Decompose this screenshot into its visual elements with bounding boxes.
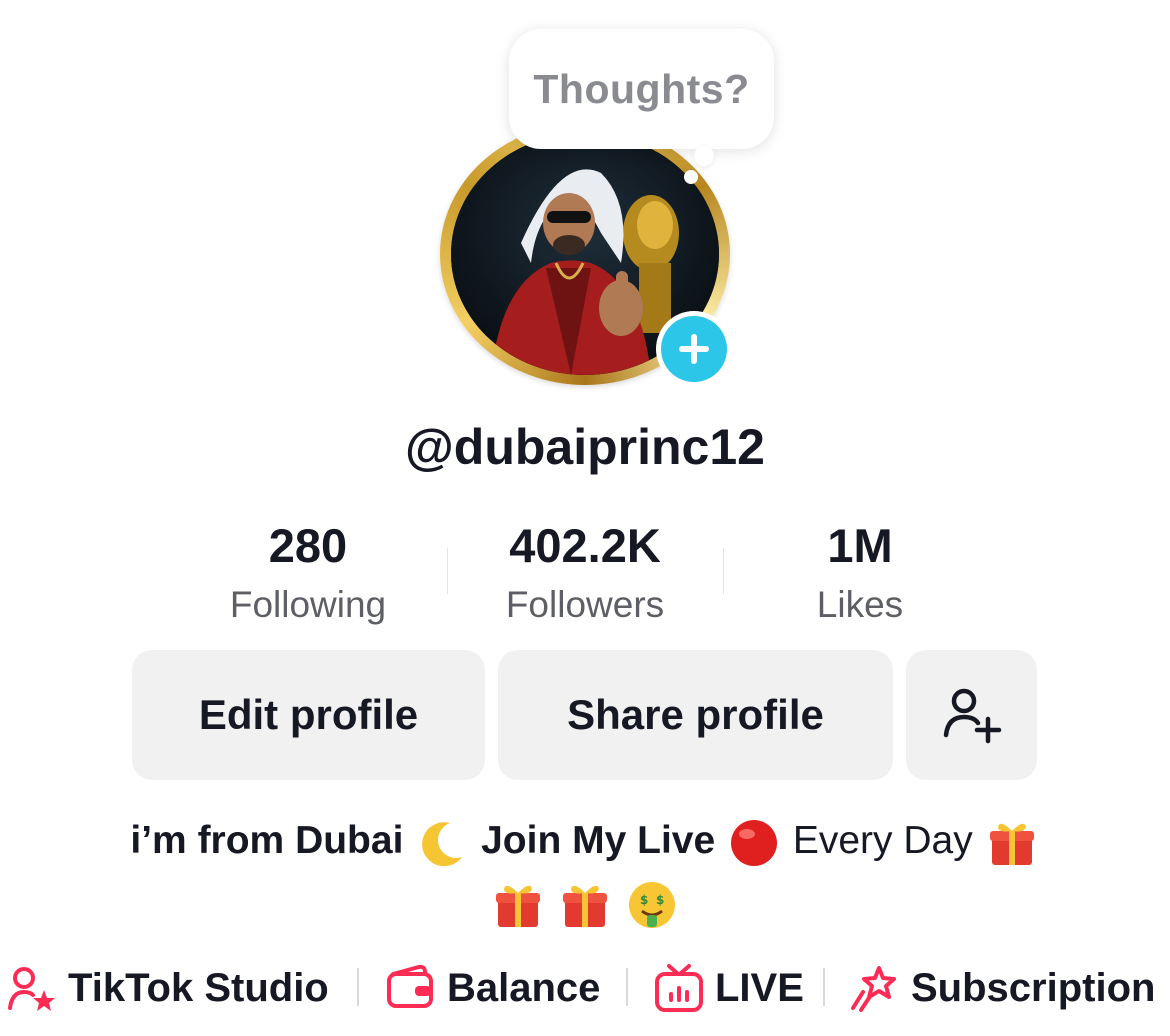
add-friend-icon	[943, 688, 1001, 744]
stat-value: 280	[268, 519, 348, 572]
stat-label: Followers	[505, 584, 665, 625]
tiktok-studio-label: TikTok Studio	[68, 965, 329, 1010]
link-separator	[357, 968, 359, 1006]
share-profile-button[interactable]: Share profile	[498, 650, 893, 780]
stat-label: Following	[229, 584, 387, 625]
stat-divider	[447, 548, 448, 594]
edit-profile-button[interactable]: Edit profile	[132, 650, 485, 780]
live-label: LIVE	[715, 965, 804, 1010]
stat-likes[interactable]: 1M Likes	[730, 516, 990, 634]
wallet-icon	[387, 964, 433, 1008]
bubble-tail-dot-small	[684, 170, 698, 184]
star-ribbon-icon	[851, 966, 896, 1012]
balance-link[interactable]: Balance	[385, 958, 600, 1018]
gift-emoji	[492, 879, 544, 931]
profile-bio: i’m from Dubai Join My Live Every Day $ $	[0, 810, 1170, 934]
stat-value: 1M	[827, 519, 893, 572]
bio-text-2: Join My Live	[481, 819, 716, 862]
plus-icon	[661, 316, 727, 382]
tiktok-studio-link[interactable]: TikTok Studio	[6, 958, 329, 1018]
live-link[interactable]: LIVE	[653, 958, 804, 1018]
stat-divider	[723, 548, 724, 594]
add-friend-button[interactable]	[906, 650, 1037, 780]
gift-emoji	[559, 879, 611, 931]
subscription-link[interactable]: Subscription	[849, 958, 1155, 1018]
money-mouth-face-emoji: $ $	[626, 879, 678, 931]
stat-value: 402.2K	[509, 519, 661, 572]
link-separator	[823, 968, 825, 1006]
bubble-tail-dot	[694, 146, 714, 166]
stat-following[interactable]: 280 Following	[178, 516, 438, 634]
bio-text-3: Every Day	[792, 819, 973, 862]
gift-emoji	[986, 817, 1038, 869]
link-separator	[626, 968, 628, 1006]
crescent-moon-emoji	[416, 817, 468, 869]
bio-text-1: i’m from Dubai	[130, 819, 404, 862]
balance-label: Balance	[447, 965, 601, 1010]
svg-text:$: $	[640, 893, 648, 907]
subscription-label: Subscription	[911, 965, 1156, 1010]
stat-label: Likes	[816, 584, 904, 625]
username: @dubaiprinc12	[405, 419, 765, 475]
add-avatar-button[interactable]	[656, 311, 732, 387]
svg-text:$: $	[656, 893, 664, 907]
thoughts-bubble[interactable]: Thoughts?	[509, 29, 774, 149]
red-circle-emoji	[728, 817, 780, 869]
tv-icon	[655, 964, 703, 1012]
stat-followers[interactable]: 402.2K Followers	[455, 516, 715, 634]
thoughts-bubble-text: Thoughts?	[533, 65, 750, 112]
creator-star-icon	[8, 967, 55, 1011]
